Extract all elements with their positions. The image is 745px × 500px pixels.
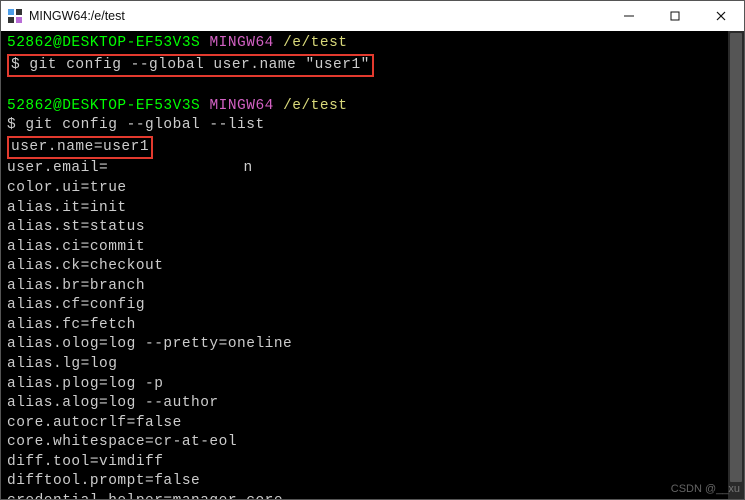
config-line: alias.lg=log: [7, 355, 738, 375]
config-line: alias.alog=log --author: [7, 394, 738, 414]
config-line: alias.ck=checkout: [7, 257, 738, 277]
highlight-box-2: user.name=user1: [7, 136, 153, 160]
prompt-line: 52862@DESKTOP-EF53V3S MINGW64 /e/test: [7, 97, 738, 117]
config-line: alias.cf=config: [7, 296, 738, 316]
maximize-button[interactable]: [652, 1, 698, 31]
command-line-1: $ git config --global user.name "user1": [7, 54, 738, 78]
app-icon: [7, 8, 23, 24]
command-text: git config --global --list: [25, 117, 264, 133]
config-line: diff.tool=vimdiff: [7, 453, 738, 473]
config-line: alias.plog=log -p: [7, 375, 738, 395]
command-text: git config --global user.name "user1": [29, 57, 369, 73]
window: MINGW64:/e/test 52862@DESKTOP-EF53V3S MI…: [0, 0, 745, 500]
config-line: credential.helper=manager-core: [7, 492, 738, 499]
command-line-2: $ git config --global --list: [7, 116, 738, 136]
config-line: core.whitespace=cr-at-eol: [7, 433, 738, 453]
config-line: alias.ci=commit: [7, 238, 738, 258]
window-title: MINGW64:/e/test: [29, 9, 606, 23]
prompt-userhost: 52862@DESKTOP-EF53V3S: [7, 98, 200, 114]
terminal[interactable]: 52862@DESKTOP-EF53V3S MINGW64 /e/test $ …: [1, 31, 744, 499]
titlebar[interactable]: MINGW64:/e/test: [1, 1, 744, 31]
close-button[interactable]: [698, 1, 744, 31]
prompt-shell: MINGW64: [209, 35, 273, 51]
redacted-text: [108, 162, 188, 174]
prompt-symbol: $: [7, 117, 16, 133]
watermark: CSDN @__xu: [671, 482, 740, 497]
scrollbar[interactable]: [728, 31, 744, 499]
config-line: color.ui=true: [7, 179, 738, 199]
minimize-button[interactable]: [606, 1, 652, 31]
config-line: difftool.prompt=false: [7, 472, 738, 492]
prompt-cwd: /e/test: [283, 35, 347, 51]
config-line: alias.olog=log --pretty=oneline: [7, 335, 738, 355]
prompt-shell: MINGW64: [209, 98, 273, 114]
prompt-line: 52862@DESKTOP-EF53V3S MINGW64 /e/test: [7, 34, 738, 54]
prompt-userhost: 52862@DESKTOP-EF53V3S: [7, 35, 200, 51]
config-line: user.email= n: [7, 159, 738, 179]
prompt-cwd: /e/test: [283, 98, 347, 114]
config-line: alias.fc=fetch: [7, 316, 738, 336]
scrollbar-thumb[interactable]: [730, 33, 742, 482]
window-controls: [606, 1, 744, 31]
config-line: core.autocrlf=false: [7, 414, 738, 434]
config-line: alias.st=status: [7, 218, 738, 238]
config-line: alias.it=init: [7, 199, 738, 219]
blank-line: [7, 77, 738, 97]
config-line: alias.br=branch: [7, 277, 738, 297]
highlight-box-1: $ git config --global user.name "user1": [7, 54, 374, 78]
config-line: user.name=user1: [7, 136, 738, 160]
prompt-symbol: $: [11, 57, 20, 73]
